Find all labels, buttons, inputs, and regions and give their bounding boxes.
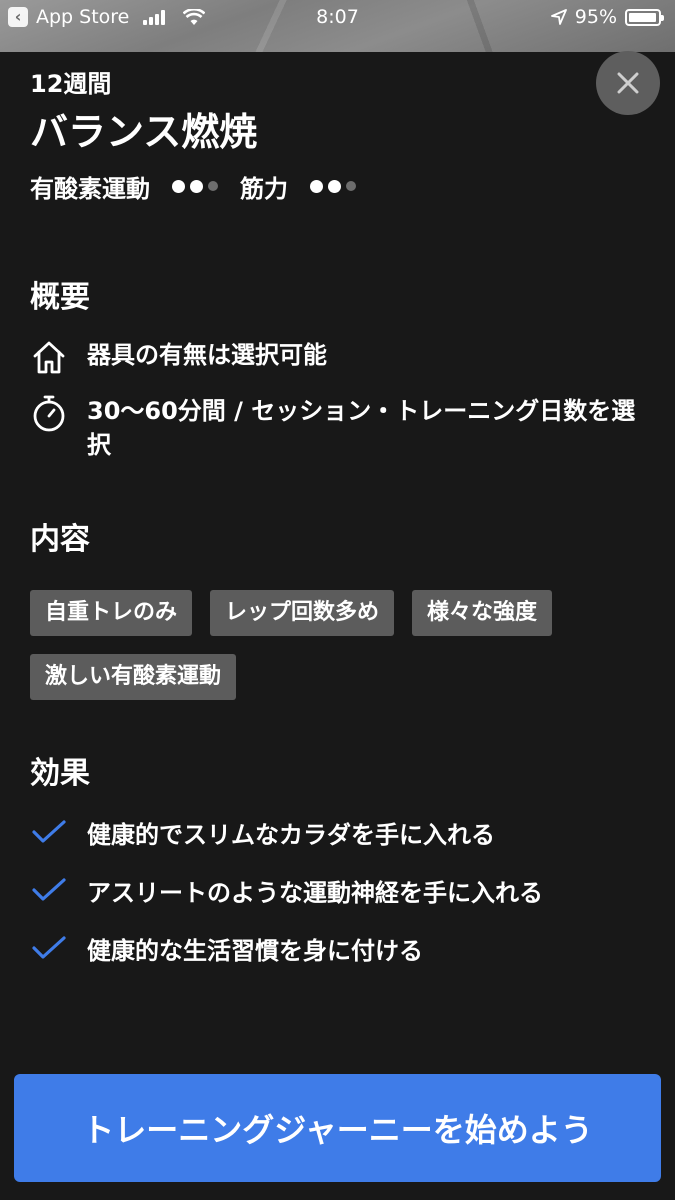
- effect-item: 健康的でスリムなカラダを手に入れる: [30, 810, 645, 854]
- level-dot: [172, 179, 185, 193]
- cardio-level-dots: [172, 179, 218, 193]
- checkmark-icon: [30, 935, 68, 961]
- location-arrow-icon: [550, 9, 567, 25]
- stopwatch-icon: [30, 394, 68, 432]
- home-icon: [30, 338, 68, 376]
- strength-label: 筋力: [240, 174, 288, 203]
- effect-text: アスリートのような運動神経を手に入れる: [87, 878, 543, 907]
- strength-level-dots: [310, 179, 356, 193]
- content-title: 内容: [30, 522, 90, 557]
- level-dot: [346, 181, 356, 191]
- equipment-row: 器具の有無は選択可能: [30, 338, 645, 376]
- effect-text: 健康的な生活習慣を身に付ける: [87, 936, 423, 965]
- plan-content: 12週間 バランス燃焼 有酸素運動 筋力 概要 器具の有無は選択可能 30〜60…: [30, 66, 645, 970]
- start-journey-button[interactable]: トレーニングジャーニーを始めよう: [14, 1074, 661, 1182]
- battery-percent: 95%: [574, 6, 617, 28]
- checkmark-icon: [30, 877, 68, 903]
- content-tag: レップ回数多め: [210, 590, 395, 636]
- content-tag: 様々な強度: [412, 590, 553, 636]
- level-dot: [328, 179, 341, 193]
- battery-icon: [625, 8, 664, 26]
- content-tags: 自重トレのみ レップ回数多め 様々な強度 激しい有酸素運動: [30, 590, 630, 700]
- overview-title: 概要: [30, 280, 90, 315]
- intensity-row: 有酸素運動 筋力: [30, 168, 645, 204]
- session-text: 30〜60分間 / セッション・トレーニング日数を選択: [87, 397, 636, 459]
- content-tag: 激しい有酸素運動: [30, 654, 237, 700]
- effect-item: アスリートのような運動神経を手に入れる: [30, 868, 645, 912]
- equipment-text: 器具の有無は選択可能: [87, 341, 327, 369]
- content-tag: 自重トレのみ: [30, 590, 193, 636]
- level-dot: [190, 179, 203, 193]
- session-row: 30〜60分間 / セッション・トレーニング日数を選択: [30, 394, 645, 462]
- checkmark-icon: [30, 819, 68, 845]
- plan-title: バランス燃焼: [30, 110, 258, 154]
- cardio-label: 有酸素運動: [30, 174, 150, 203]
- effects-title: 効果: [30, 756, 90, 791]
- effect-item: 健康的な生活習慣を身に付ける: [30, 926, 645, 970]
- effect-text: 健康的でスリムなカラダを手に入れる: [87, 820, 495, 849]
- plan-duration: 12週間: [30, 70, 112, 98]
- start-journey-label: トレーニングジャーニーを始めよう: [82, 1111, 593, 1149]
- status-right: 95%: [550, 6, 664, 28]
- status-bar: ‹ App Store 8:07 95%: [0, 0, 675, 38]
- plan-detail-screen: ‹ App Store 8:07 95% 12週間 バランス燃焼 有酸素運動 筋…: [0, 0, 675, 1200]
- level-dot: [208, 181, 218, 191]
- level-dot: [310, 179, 323, 193]
